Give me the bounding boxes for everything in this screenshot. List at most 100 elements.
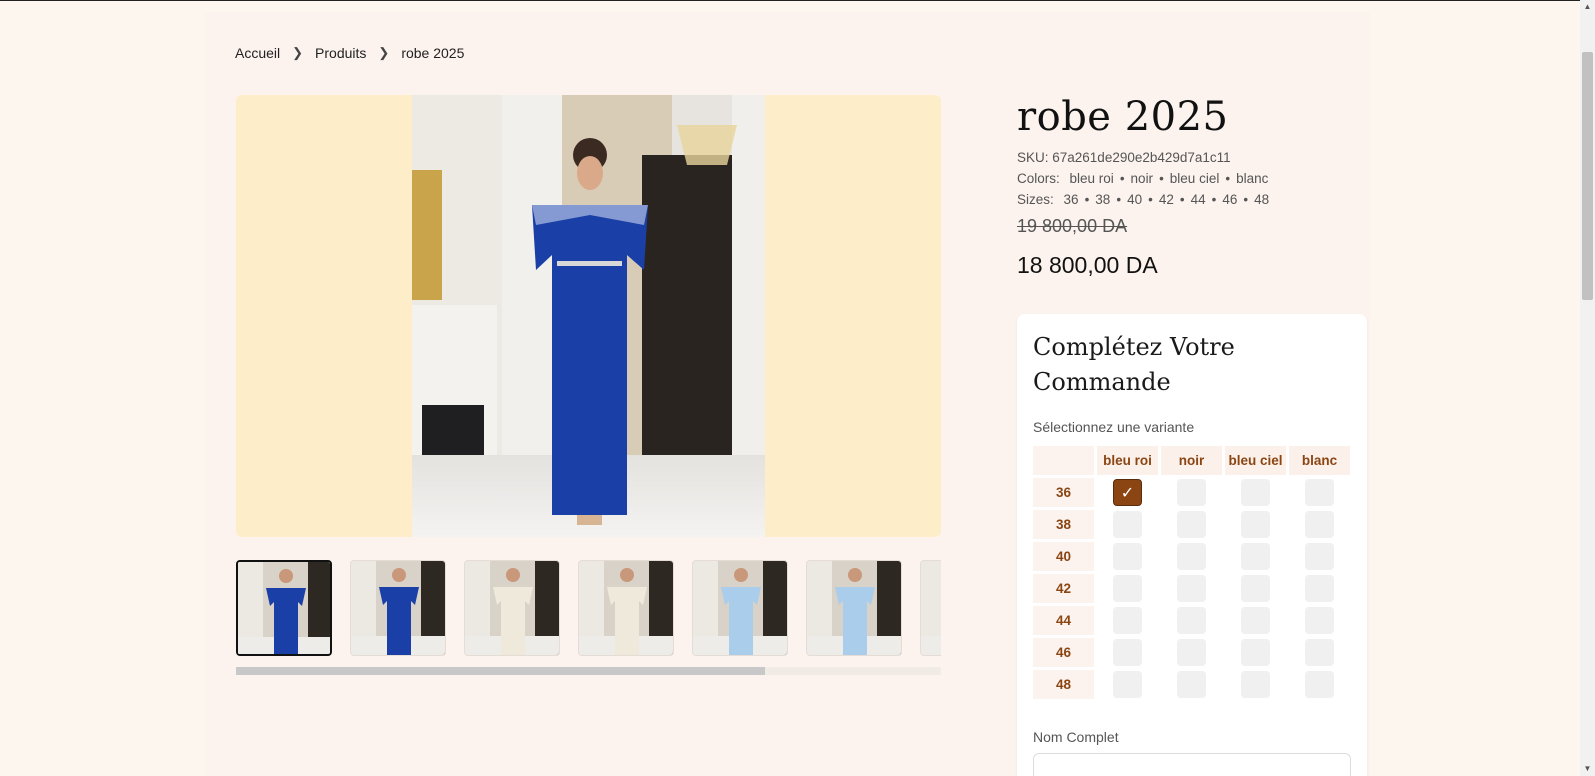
thumbnail-illustration <box>807 561 901 655</box>
size-item: 42 <box>1158 192 1174 207</box>
breadcrumb: Accueil ❯ Produits ❯ robe 2025 <box>235 45 464 61</box>
variant-cell <box>1225 670 1286 699</box>
variant-checkbox[interactable] <box>1177 543 1206 570</box>
thumbnail-image[interactable] <box>692 560 788 656</box>
variant-checkbox[interactable] <box>1113 671 1142 698</box>
scroll-up-icon[interactable]: ▲ <box>1583 2 1592 11</box>
variant-checkbox[interactable] <box>1241 639 1270 666</box>
thumbnail-illustration <box>238 562 330 654</box>
variant-corner-cell <box>1033 446 1094 475</box>
variant-checkbox[interactable] <box>1305 607 1334 634</box>
variant-cell <box>1225 478 1286 507</box>
window-scrollbar-thumb[interactable] <box>1582 52 1593 300</box>
variant-cell <box>1289 478 1350 507</box>
variant-size-row: 46 <box>1033 638 1350 667</box>
breadcrumb-home-link[interactable]: Accueil <box>235 45 280 61</box>
variant-checkbox[interactable] <box>1305 479 1334 506</box>
thumbnail-image[interactable] <box>920 560 941 656</box>
window-scrollbar[interactable]: ▲ ▼ <box>1580 0 1595 776</box>
thumbnail-image[interactable] <box>578 560 674 656</box>
variant-cell <box>1225 542 1286 571</box>
breadcrumb-current: robe 2025 <box>401 45 465 61</box>
variant-size-label: 38 <box>1033 510 1094 539</box>
variant-cell <box>1161 510 1222 539</box>
color-item: bleu ciel <box>1169 171 1220 186</box>
variant-color-header: blanc <box>1289 446 1350 475</box>
variant-checkbox[interactable] <box>1241 543 1270 570</box>
thumbnail-image[interactable] <box>464 560 560 656</box>
variant-size-row: 36 ✓ <box>1033 478 1350 507</box>
variant-checkbox[interactable] <box>1113 607 1142 634</box>
bullet-separator: • <box>1084 192 1090 207</box>
color-item: blanc <box>1236 171 1269 186</box>
thumbnail-illustration <box>693 561 787 655</box>
variant-header-row: bleu roi noir bleu ciel blanc <box>1033 446 1350 475</box>
variant-checkbox[interactable] <box>1177 639 1206 666</box>
variant-checkbox[interactable] <box>1113 543 1142 570</box>
variant-checkbox[interactable] <box>1177 607 1206 634</box>
variant-size-row: 38 <box>1033 510 1350 539</box>
variant-checkbox[interactable] <box>1113 639 1142 666</box>
variant-checkbox[interactable] <box>1305 543 1334 570</box>
product-title: robe 2025 <box>1017 94 1229 140</box>
color-item: bleu roi <box>1069 171 1114 186</box>
variant-size-row: 44 <box>1033 606 1350 635</box>
variant-cell <box>1225 574 1286 603</box>
variant-checkbox[interactable] <box>1241 671 1270 698</box>
variant-checkbox[interactable] <box>1241 511 1270 538</box>
variant-size-label: 48 <box>1033 670 1094 699</box>
variant-cell <box>1161 542 1222 571</box>
thumbnail-image[interactable] <box>350 560 446 656</box>
scroll-down-icon[interactable]: ▼ <box>1583 764 1592 773</box>
product-sizes: Sizes: 36 • 38 • 40 • 42 • 44 • 46 • 48 <box>1017 192 1275 207</box>
colors-label: Colors: <box>1017 171 1060 186</box>
top-border <box>0 0 1580 1</box>
variant-checkbox[interactable] <box>1177 671 1206 698</box>
variant-cell <box>1289 638 1350 667</box>
sizes-list: 36 • 38 • 40 • 42 • 44 • 46 • 48 <box>1061 192 1273 207</box>
color-item: noir <box>1130 171 1154 186</box>
variant-cell <box>1161 670 1222 699</box>
variant-checkbox[interactable] <box>1241 575 1270 602</box>
thumbnail-image[interactable] <box>806 560 902 656</box>
variant-size-label: 44 <box>1033 606 1094 635</box>
thumbnail-scrollbar[interactable] <box>236 667 941 675</box>
thumbnail-image[interactable] <box>236 560 332 656</box>
variant-cell: ✓ <box>1097 478 1158 507</box>
size-item: 40 <box>1127 192 1143 207</box>
variant-checkbox[interactable] <box>1305 639 1334 666</box>
bullet-separator: • <box>1225 171 1231 186</box>
name-label: Nom Complet <box>1033 729 1119 745</box>
size-item: 44 <box>1190 192 1206 207</box>
dress-photo-illustration <box>412 95 765 537</box>
variant-checkbox[interactable]: ✓ <box>1113 479 1142 506</box>
variant-cell <box>1097 606 1158 635</box>
thumbnail-strip <box>236 560 941 660</box>
variant-color-header: bleu roi <box>1097 446 1158 475</box>
variant-checkbox[interactable] <box>1305 575 1334 602</box>
variant-checkbox[interactable] <box>1177 575 1206 602</box>
bullet-separator: • <box>1159 171 1164 186</box>
variant-checkbox[interactable] <box>1305 671 1334 698</box>
variant-checkbox[interactable] <box>1305 511 1334 538</box>
variant-checkbox[interactable] <box>1113 511 1142 538</box>
main-product-image[interactable] <box>236 95 941 537</box>
variant-size-row: 42 <box>1033 574 1350 603</box>
variant-checkbox[interactable] <box>1113 575 1142 602</box>
variant-checkbox[interactable] <box>1177 479 1206 506</box>
breadcrumb-products-link[interactable]: Produits <box>315 45 366 61</box>
variant-grid: bleu roi noir bleu ciel blanc 36 ✓ 38 40 42 44 46 4… <box>1033 446 1350 702</box>
variant-checkbox[interactable] <box>1177 511 1206 538</box>
dress-photo <box>412 95 765 537</box>
variant-checkbox[interactable] <box>1241 479 1270 506</box>
thumbnail-illustration <box>465 561 559 655</box>
full-name-input[interactable] <box>1033 753 1351 776</box>
variant-size-label: 42 <box>1033 574 1094 603</box>
variant-color-header: bleu ciel <box>1225 446 1286 475</box>
variant-cell <box>1289 574 1350 603</box>
variant-checkbox[interactable] <box>1241 607 1270 634</box>
size-item: 48 <box>1254 192 1270 207</box>
variant-cell <box>1097 670 1158 699</box>
variant-cell <box>1161 606 1222 635</box>
thumbnail-scrollbar-thumb[interactable] <box>236 667 765 675</box>
